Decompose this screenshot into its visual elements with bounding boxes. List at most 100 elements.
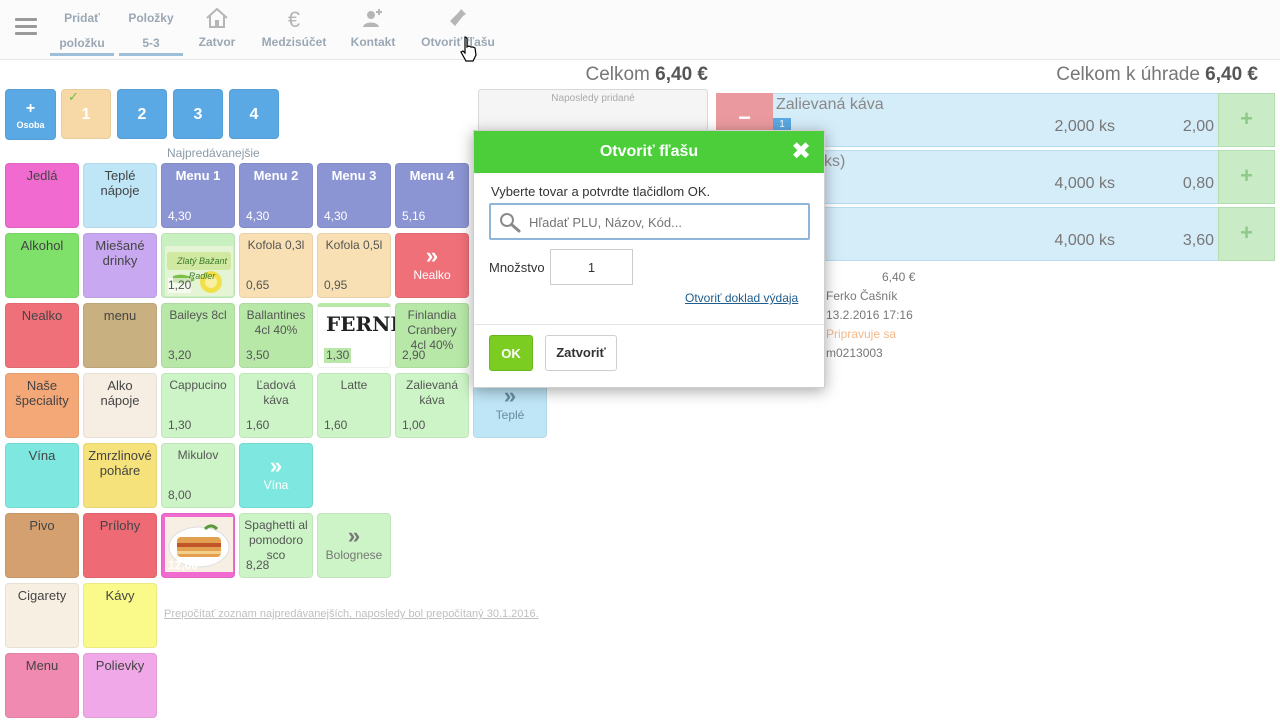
product-price: 3,20 xyxy=(168,348,192,362)
order-item-qty: 2,000 ks xyxy=(1054,118,1115,135)
category-label: Prílohy xyxy=(99,518,141,533)
category-soft-drinks[interactable]: Nealko xyxy=(5,303,79,368)
product-spaghetti[interactable]: Spaghetti al pomodoro sco 8,28 xyxy=(239,513,313,578)
open-issue-document-link[interactable]: Otvoriť doklad výdaja xyxy=(685,291,798,305)
menu-price: 4,30 xyxy=(324,209,348,223)
more-soft-drinks-button[interactable]: » Nealko xyxy=(395,233,469,298)
seat-1-button[interactable]: ✓ 1 xyxy=(61,89,111,139)
order-waiter: Ferko Čašník xyxy=(826,289,898,303)
category-menu-2[interactable]: Menu xyxy=(5,653,79,718)
product-price: 8,00 xyxy=(168,488,192,502)
product-price: 1,60 xyxy=(246,418,270,432)
plus-button[interactable]: + xyxy=(1218,207,1275,261)
category-label: Teplé nápoje xyxy=(100,168,140,198)
category-label: Zmrzlinové poháre xyxy=(88,448,152,478)
product-radler[interactable]: Zlatý Bažant Radler 1,20 xyxy=(161,233,235,298)
check-icon: ✓ xyxy=(68,89,79,104)
menu-4-tile[interactable]: Menu 4 5,16 xyxy=(395,163,469,228)
total-left-value: 6,40 € xyxy=(655,64,708,85)
product-name: Zalievaná káva xyxy=(405,378,459,407)
plus-button[interactable]: + xyxy=(1218,150,1275,204)
product-kofola-03[interactable]: Kofola 0,3l 0,65 xyxy=(239,233,313,298)
product-name: Mikulov xyxy=(177,448,219,462)
total-left: Celkom 6,40 € xyxy=(480,64,708,86)
category-food[interactable]: Jedlá xyxy=(5,163,79,228)
product-filter-coffee[interactable]: Zalievaná káva 1,00 xyxy=(395,373,469,438)
category-coffees[interactable]: Kávy xyxy=(83,583,157,648)
category-cigarettes[interactable]: Cigarety xyxy=(5,583,79,648)
plus-button[interactable]: + xyxy=(1218,93,1275,147)
add-item-button[interactable]: Pridať položku xyxy=(50,6,114,56)
order-item-qty: 4,000 ks xyxy=(1054,175,1115,192)
product-fernet[interactable]: FERNET 1,30 xyxy=(317,303,420,368)
top-toolbar: Pridať položku Položky 5-3 Zatvor € Medz… xyxy=(0,0,1280,60)
category-sides[interactable]: Prílohy xyxy=(83,513,157,578)
product-price: 1,60 xyxy=(324,418,348,432)
close-icon[interactable]: ✖ xyxy=(788,131,814,173)
dialog-close-button[interactable]: Zatvoriť xyxy=(545,335,617,371)
ok-button[interactable]: OK xyxy=(489,335,533,371)
product-finlandia[interactable]: Finlandia Cranbery 4cl 40% 2,90 xyxy=(395,303,469,368)
category-alco-drinks[interactable]: Alko nápoje xyxy=(83,373,157,438)
items-count-button[interactable]: Položky 5-3 xyxy=(119,6,183,56)
menu-3-tile[interactable]: Menu 3 4,30 xyxy=(317,163,391,228)
more-wines-button[interactable]: » Vína xyxy=(239,443,313,508)
more-bolognese-button[interactable]: » Bolognese xyxy=(317,513,391,578)
add-person-button[interactable]: + Osoba xyxy=(5,89,56,140)
category-specialities[interactable]: Naše špeciality xyxy=(5,373,79,438)
open-bottle-label: Otvoriť fľašu xyxy=(421,35,495,49)
seat-2-button[interactable]: 2 xyxy=(117,89,167,139)
product-price: 8,28 xyxy=(246,558,270,572)
subtotal-button[interactable]: € Medzisúčet xyxy=(258,6,330,56)
product-mikulov[interactable]: Mikulov 8,00 xyxy=(161,443,235,508)
product-latte[interactable]: Latte 1,60 xyxy=(317,373,391,438)
product-baileys[interactable]: Baileys 8cl 3,20 xyxy=(161,303,235,368)
category-label: menu xyxy=(103,308,137,323)
category-alcohol[interactable]: Alkohol xyxy=(5,233,79,298)
category-mixed-drinks[interactable]: Miešané drinky xyxy=(83,233,157,298)
order-item-price: 3,60 xyxy=(1182,232,1214,249)
seat-4-button[interactable]: 4 xyxy=(229,89,279,139)
items-label: Položky xyxy=(128,11,174,25)
category-label: Kávy xyxy=(105,588,135,603)
product-lasagne[interactable]: 12,00 xyxy=(161,513,235,578)
product-kofola-05[interactable]: Kofola 0,5l 0,95 xyxy=(317,233,391,298)
product-price: 12,00 xyxy=(168,558,199,572)
category-menu[interactable]: menu xyxy=(83,303,157,368)
order-item-name: Zalievaná káva xyxy=(776,96,884,113)
seat-3-button[interactable]: 3 xyxy=(173,89,223,139)
category-label: Nealko xyxy=(21,308,63,323)
menu-1-tile[interactable]: Menu 1 4,30 xyxy=(161,163,235,228)
add-contact-icon xyxy=(348,6,398,32)
open-bottle-button[interactable]: Otvoriť fľašu xyxy=(418,6,498,56)
product-name: Kofola 0,3l xyxy=(247,238,305,252)
product-iced-coffee[interactable]: Ľadová káva 1,60 xyxy=(239,373,313,438)
category-wines[interactable]: Vína xyxy=(5,443,79,508)
contact-button[interactable]: Kontakt xyxy=(348,6,398,56)
search-icon xyxy=(499,212,521,234)
house-icon xyxy=(193,6,241,32)
category-hot-drinks[interactable]: Teplé nápoje xyxy=(83,163,157,228)
dialog-header: Otvoriť fľašu xyxy=(474,131,824,173)
bestsellers-heading: Najpredávanejšie xyxy=(167,146,260,160)
category-label: Alko nápoje xyxy=(100,378,140,408)
hamburger-menu-icon[interactable] xyxy=(15,18,37,36)
plus-icon: + xyxy=(25,100,36,117)
close-button[interactable]: Zatvor xyxy=(193,6,241,56)
recalculate-bestsellers-link[interactable]: Prepočítať zoznam najpredávanejších, nap… xyxy=(164,608,539,620)
menu-2-tile[interactable]: Menu 2 4,30 xyxy=(239,163,313,228)
category-beer[interactable]: Pivo xyxy=(5,513,79,578)
product-price: 1,30 xyxy=(324,348,352,363)
product-ballantines[interactable]: Ballantines 4cl 40% 3,50 xyxy=(239,303,313,368)
search-input[interactable] xyxy=(527,210,797,234)
category-ice-cream[interactable]: Zmrzlinové poháre xyxy=(83,443,157,508)
menu-name: Menu 2 xyxy=(253,168,299,183)
euro-icon: € xyxy=(287,7,301,32)
category-soups[interactable]: Polievky xyxy=(83,653,157,718)
order-item-qty: 4,000 ks xyxy=(1054,232,1115,249)
product-price: 0,95 xyxy=(324,278,348,292)
quantity-input[interactable] xyxy=(550,249,633,285)
product-cappucino[interactable]: Cappucino 1,30 xyxy=(161,373,235,438)
add-item-label-1: Pridať xyxy=(64,11,100,25)
product-name: Cappucino xyxy=(169,378,227,392)
